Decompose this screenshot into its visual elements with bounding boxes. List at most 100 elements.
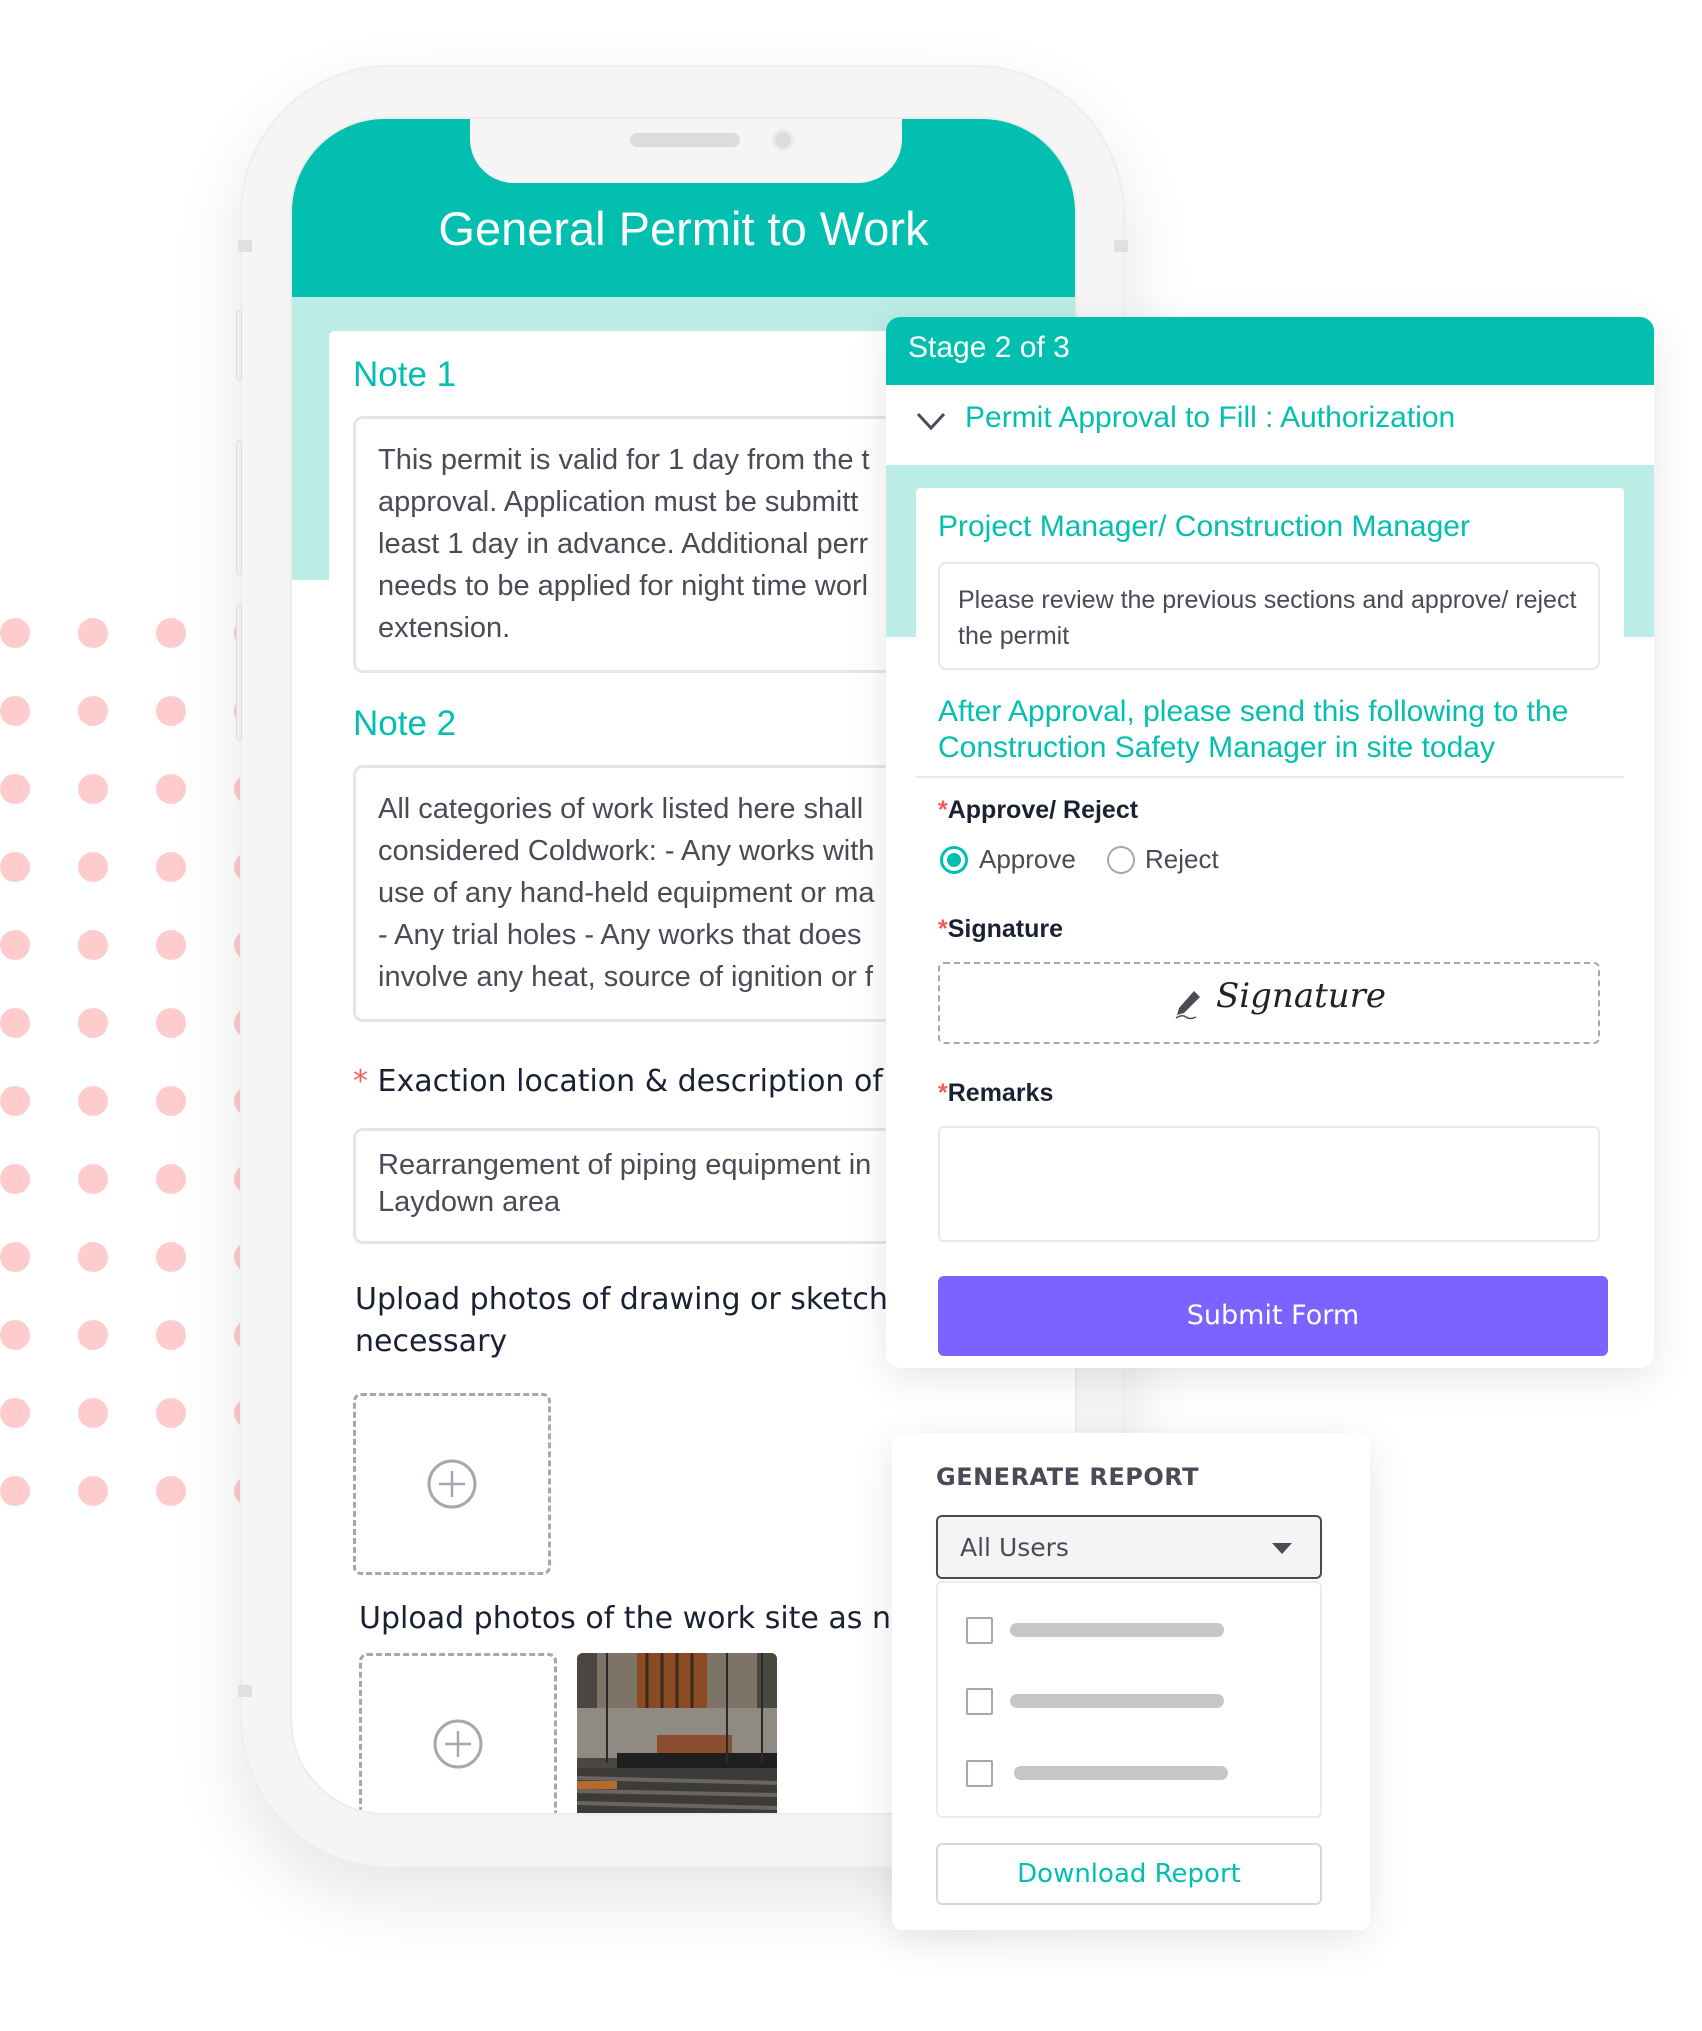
remarks-label: *Remarks	[938, 1079, 1053, 1108]
phone-side-mark	[238, 240, 252, 252]
decorative-dot	[78, 930, 108, 960]
user-select-dropdown[interactable]: All Users	[936, 1515, 1322, 1579]
decorative-dot	[0, 1008, 30, 1038]
remarks-input[interactable]	[938, 1126, 1600, 1242]
decorative-dot	[156, 618, 186, 648]
decorative-dot	[156, 1242, 186, 1272]
phone-notch	[470, 119, 902, 183]
decorative-dot	[0, 852, 30, 882]
required-mark: *	[938, 1079, 948, 1107]
decorative-dot	[156, 696, 186, 726]
decorative-dot	[78, 1320, 108, 1350]
approve-reject-label: *Approve/ Reject	[938, 796, 1138, 825]
construction-site-image	[577, 1653, 777, 1813]
approval-form: Project Manager/ Construction Manager Pl…	[916, 488, 1624, 1368]
decorative-dot	[156, 1164, 186, 1194]
decorative-dot	[78, 1008, 108, 1038]
decorative-dot	[78, 696, 108, 726]
user-option-checkbox[interactable]	[966, 1617, 993, 1644]
decorative-dot	[78, 1086, 108, 1116]
decorative-dot	[156, 774, 186, 804]
required-mark: *	[938, 915, 948, 943]
decorative-dot	[0, 618, 30, 648]
user-options-list	[936, 1581, 1322, 1818]
remarks-label-text: Remarks	[947, 1079, 1054, 1107]
upload-drawing-button[interactable]	[353, 1393, 551, 1575]
approve-radio[interactable]	[940, 846, 968, 874]
upload-site-label: Upload photos of the work site as ne	[359, 1601, 910, 1636]
decorative-dot	[0, 774, 30, 804]
approval-stage-panel: Stage 2 of 3 Permit Approval to Fill : A…	[886, 317, 1654, 1368]
decorative-dot	[156, 1008, 186, 1038]
phone-side-mark	[238, 1685, 252, 1697]
user-option-placeholder	[1010, 1623, 1224, 1637]
decorative-dot	[0, 1320, 30, 1350]
front-camera	[772, 129, 794, 151]
upload-drawings-line: Upload photos of drawing or sketche	[355, 1282, 907, 1317]
decorative-dot	[156, 1086, 186, 1116]
user-option-placeholder	[1010, 1694, 1224, 1708]
after-approval-note: After Approval, please send this followi…	[938, 695, 1569, 764]
generate-report-panel: GENERATE REPORT All Users Download Repor…	[892, 1433, 1370, 1930]
decorative-dot	[78, 618, 108, 648]
decorative-dot	[78, 1164, 108, 1194]
upload-site-photo-button[interactable]	[359, 1653, 557, 1813]
signature-placeholder: Signature	[1216, 976, 1387, 1016]
report-title: GENERATE REPORT	[936, 1463, 1200, 1491]
reject-radio-label[interactable]: Reject	[1145, 844, 1219, 875]
reject-radio[interactable]	[1107, 846, 1135, 874]
signature-pad[interactable]: Signature	[938, 962, 1600, 1044]
divider	[916, 776, 1624, 778]
user-select-value: All Users	[960, 1533, 1069, 1562]
phone-side-mark	[1114, 240, 1128, 252]
page-title: General Permit to Work	[438, 202, 929, 255]
upload-drawings-label: Upload photos of drawing or sketche nece…	[355, 1279, 906, 1363]
decorative-dot	[0, 1242, 30, 1272]
decorative-dot	[0, 930, 30, 960]
decorative-dot	[156, 1320, 186, 1350]
speaker-grille	[630, 133, 740, 147]
phone-volume-down	[236, 605, 242, 740]
signature-label-text: Signature	[947, 915, 1064, 943]
work-site-photo-thumbnail[interactable]	[577, 1653, 777, 1813]
required-mark: *	[353, 1064, 368, 1099]
plus-circle-icon	[427, 1459, 477, 1509]
note1-title: Note 1	[353, 355, 457, 394]
caret-down-icon	[1272, 1543, 1292, 1554]
approve-radio-label[interactable]: Approve	[979, 844, 1076, 875]
instruction-box: Please review the previous sections and …	[938, 562, 1600, 670]
decorative-dot	[0, 1164, 30, 1194]
decorative-dot	[78, 1242, 108, 1272]
decorative-dot	[156, 852, 186, 882]
note2-title: Note 2	[353, 704, 457, 743]
decorative-dot	[156, 930, 186, 960]
chevron-down-icon	[916, 412, 946, 431]
upload-drawings-line: necessary	[355, 1324, 508, 1359]
decorative-dot	[0, 1398, 30, 1428]
required-mark: *	[938, 796, 948, 824]
user-option-checkbox[interactable]	[966, 1760, 993, 1787]
signature-label: *Signature	[938, 915, 1063, 944]
decorative-dot	[78, 774, 108, 804]
decorative-dot	[78, 1476, 108, 1506]
decorative-dot	[0, 1086, 30, 1116]
location-field-label: * Exaction location & description of w	[353, 1064, 917, 1099]
decorative-dot	[78, 1398, 108, 1428]
section-title: Permit Approval to Fill : Authorization	[965, 401, 1456, 434]
pen-icon	[1175, 991, 1200, 1020]
approve-reject-label-text: Approve/ Reject	[947, 796, 1139, 824]
phone-volume-up	[236, 440, 242, 575]
decorative-dot	[156, 1398, 186, 1428]
user-option-checkbox[interactable]	[966, 1688, 993, 1715]
decorative-dot	[156, 1476, 186, 1506]
user-option-placeholder	[1014, 1766, 1228, 1780]
submit-form-button[interactable]: Submit Form	[938, 1276, 1608, 1356]
app-header: General Permit to Work	[292, 119, 1075, 297]
stage-header: Stage 2 of 3	[886, 317, 1654, 385]
section-toggle[interactable]: Permit Approval to Fill : Authorization	[886, 385, 1654, 465]
decorative-dot	[0, 696, 30, 726]
download-report-button[interactable]: Download Report	[936, 1843, 1322, 1905]
role-title: Project Manager/ Construction Manager	[938, 510, 1470, 543]
phone-mute-switch	[236, 310, 242, 380]
plus-circle-icon	[433, 1719, 483, 1769]
